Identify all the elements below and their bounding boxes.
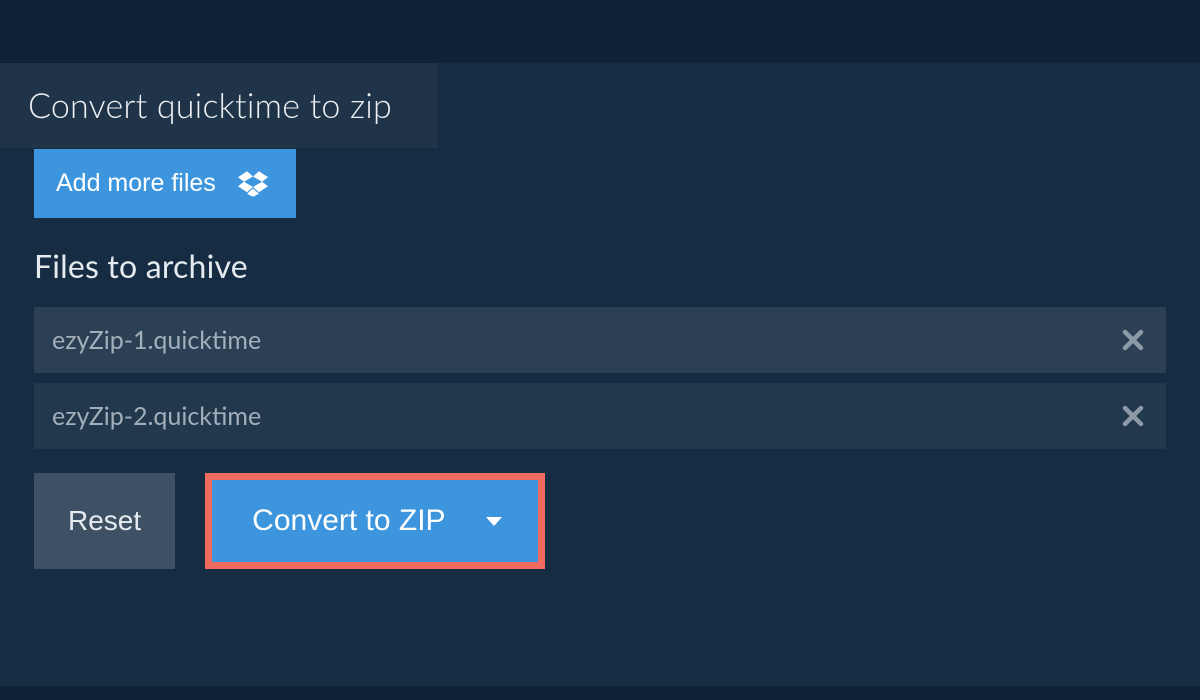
reset-label: Reset — [68, 505, 141, 536]
file-row: ezyZip-1.quicktime — [34, 307, 1166, 373]
add-more-files-label: Add more files — [56, 169, 216, 198]
main-panel: Add more files Files to archive ezyZip-1… — [0, 149, 1200, 700]
file-list: ezyZip-1.quicktime ezyZip-2.quicktime — [34, 307, 1166, 449]
window-topbar — [0, 0, 1200, 63]
convert-to-zip-button[interactable]: Convert to ZIP — [212, 480, 537, 562]
tab-title: Convert quicktime to zip — [28, 85, 392, 126]
footer-strip — [0, 686, 1200, 700]
file-name: ezyZip-2.quicktime — [52, 401, 261, 431]
remove-file-button[interactable] — [1120, 403, 1146, 429]
file-row: ezyZip-2.quicktime — [34, 383, 1166, 449]
dropbox-icon — [238, 171, 268, 197]
files-to-archive-heading: Files to archive — [34, 246, 1166, 285]
convert-label: Convert to ZIP — [252, 504, 445, 538]
add-more-files-button[interactable]: Add more files — [34, 149, 296, 218]
file-name: ezyZip-1.quicktime — [52, 325, 261, 355]
action-row: Reset Convert to ZIP — [34, 473, 1166, 569]
chevron-down-icon — [486, 517, 502, 526]
remove-file-button[interactable] — [1120, 327, 1146, 353]
tab-convert-quicktime-to-zip[interactable]: Convert quicktime to zip — [0, 63, 438, 148]
tab-bar: Convert quicktime to zip — [0, 63, 1200, 149]
reset-button[interactable]: Reset — [34, 473, 175, 569]
convert-button-highlight: Convert to ZIP — [205, 473, 544, 569]
